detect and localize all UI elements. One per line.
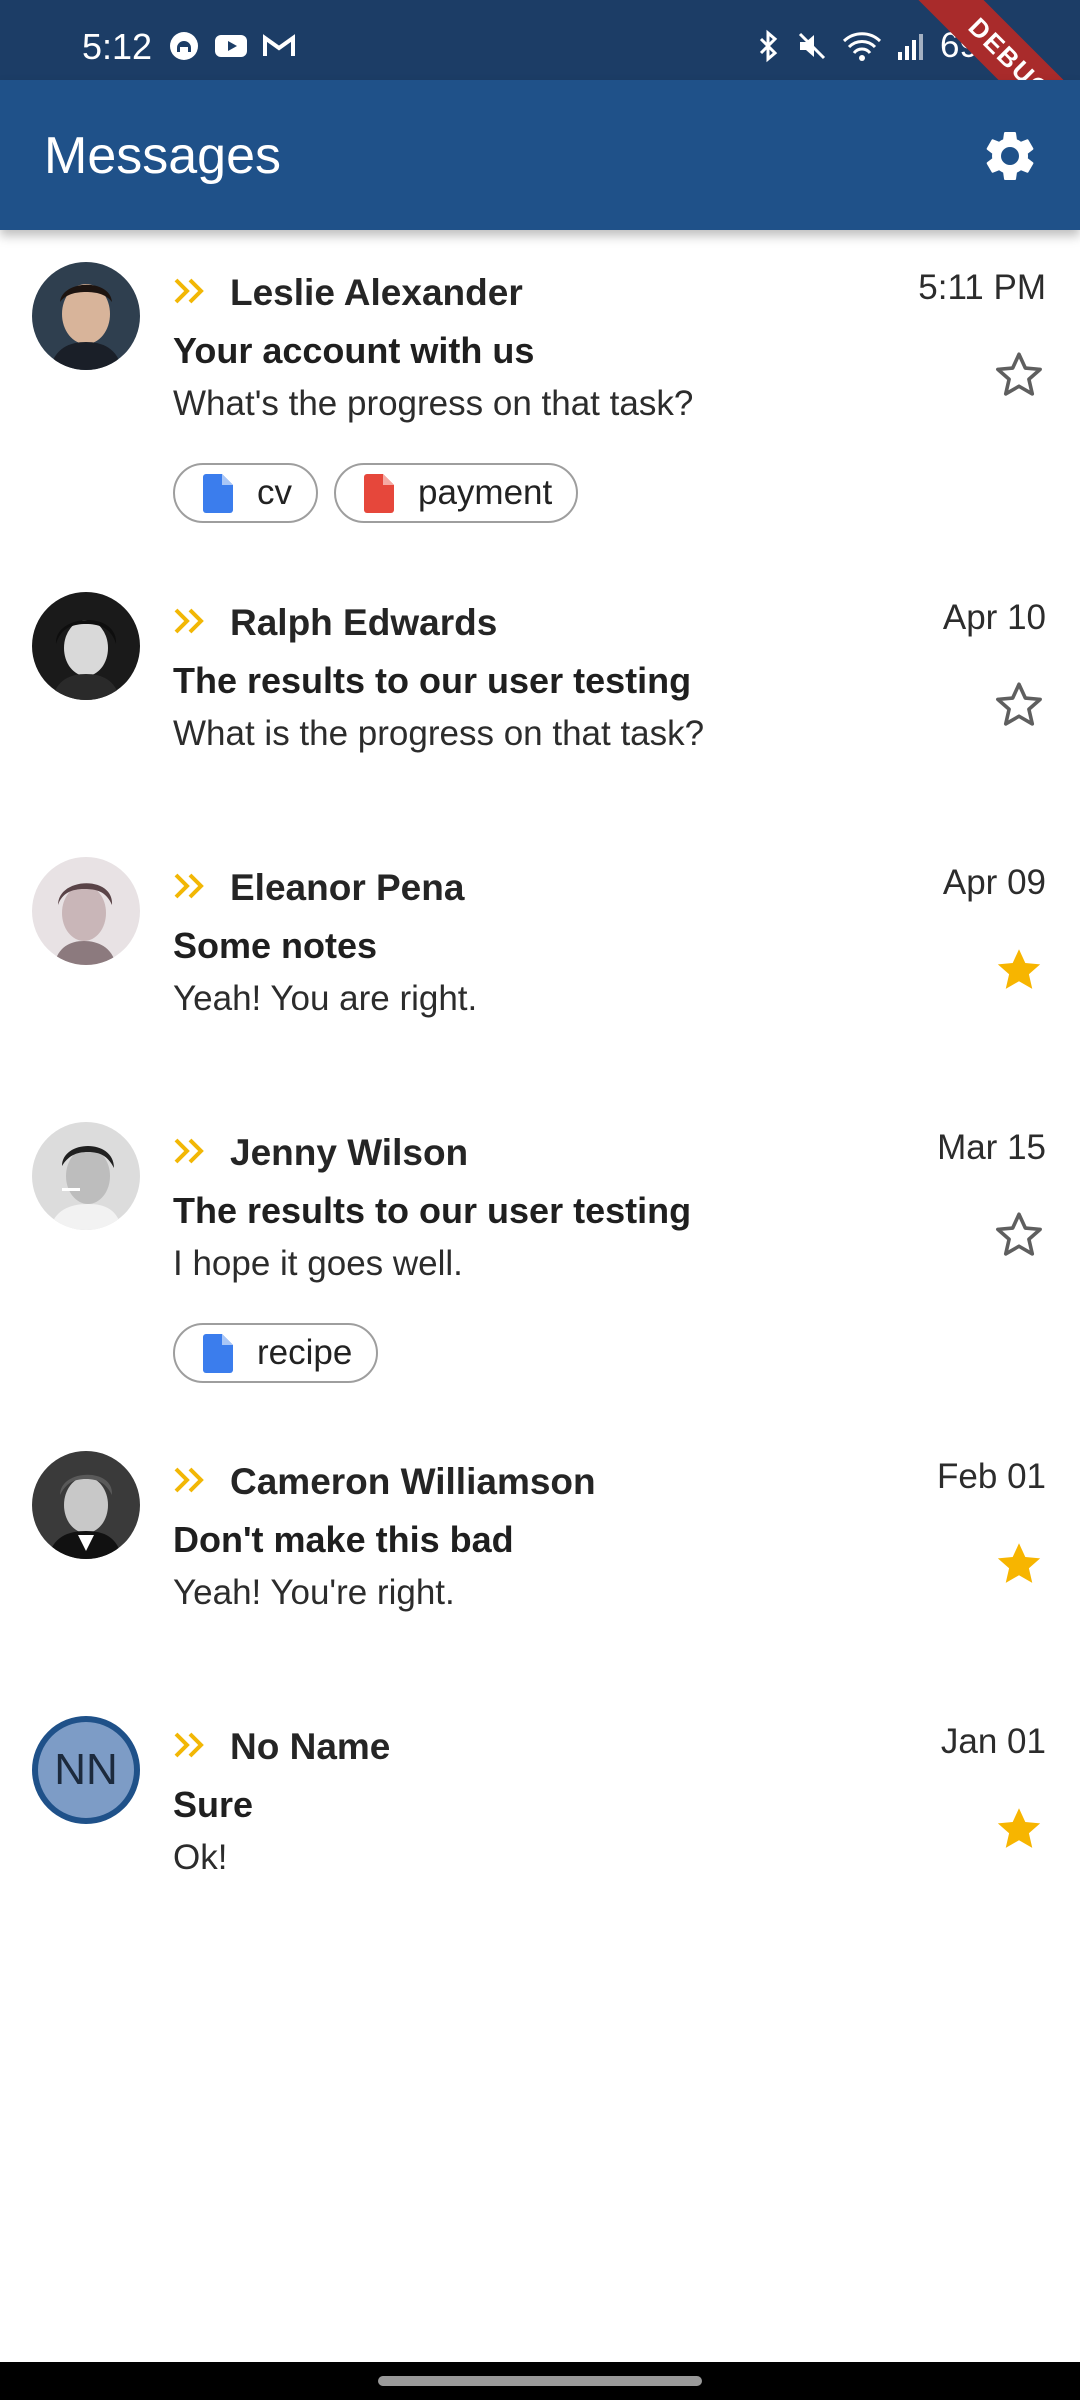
home-gesture-handle[interactable]	[378, 2376, 702, 2386]
status-time: 5:12	[82, 26, 153, 67]
star-outline-icon[interactable]	[992, 1208, 1046, 1262]
message-subject: The results to our user testing	[173, 1190, 692, 1231]
chevron-double-right-icon	[174, 1138, 204, 1164]
message-date: 5:11 PM	[918, 268, 1046, 307]
avatar	[32, 592, 140, 700]
chevron-double-right-icon	[174, 278, 204, 304]
blue-doc-icon	[203, 474, 233, 513]
message-row[interactable]: Cameron Williamson Feb 01 Don't make thi…	[0, 1447, 1080, 1677]
notification-icons	[168, 30, 296, 62]
star-outline-icon[interactable]	[992, 348, 1046, 402]
message-subject: The results to our user testing	[173, 660, 692, 701]
message-row[interactable]: Leslie Alexander 5:11 PM Your account wi…	[0, 258, 1080, 558]
sender-name: Ralph Edwards	[230, 602, 498, 643]
message-preview: I hope it goes well.	[173, 1244, 463, 1283]
attachment-label: payment	[418, 473, 553, 512]
app-bar: Messages	[0, 80, 1080, 230]
message-date: Jan 01	[940, 1722, 1046, 1761]
youtube-icon	[215, 35, 247, 57]
avatar	[32, 262, 140, 370]
avatar-initials: NN	[32, 1716, 140, 1824]
avatar	[32, 1451, 140, 1559]
star-filled-icon[interactable]	[992, 943, 1046, 997]
chevron-double-right-icon	[174, 873, 204, 899]
message-row[interactable]: Jenny Wilson Mar 15 The results to our u…	[0, 1118, 1080, 1418]
avatar	[32, 857, 140, 965]
attachment-label: cv	[257, 473, 292, 512]
sender-name: No Name	[230, 1726, 391, 1767]
star-outline-icon[interactable]	[992, 678, 1046, 732]
message-preview: What is the progress on that task?	[173, 714, 705, 753]
message-date: Mar 15	[937, 1128, 1046, 1167]
message-preview: Yeah! You are right.	[173, 979, 478, 1018]
sender-name: Eleanor Pena	[230, 867, 465, 908]
message-subject: Sure	[173, 1784, 254, 1825]
attachment-chip[interactable]: payment	[334, 463, 579, 523]
message-subject: Your account with us	[173, 330, 535, 371]
attachment-chips: cv payment	[173, 463, 579, 523]
bluetooth-icon	[759, 29, 778, 63]
message-date: Apr 09	[942, 863, 1046, 902]
message-preview: What's the progress on that task?	[173, 384, 694, 423]
message-subject: Don't make this bad	[173, 1519, 514, 1560]
system-nav-bar	[0, 2362, 1080, 2400]
star-filled-icon[interactable]	[992, 1802, 1046, 1856]
message-preview: Ok!	[173, 1838, 228, 1877]
chevron-double-right-icon	[174, 1467, 204, 1493]
avatar	[32, 1122, 140, 1230]
gmail-icon	[263, 34, 295, 56]
chevron-double-right-icon	[174, 1732, 204, 1758]
attachment-label: recipe	[257, 1333, 353, 1372]
page-title: Messages	[44, 127, 281, 185]
wifi-icon	[842, 32, 881, 61]
sender-name: Leslie Alexander	[230, 272, 523, 313]
mute-icon	[798, 32, 825, 60]
sender-name: Jenny Wilson	[230, 1132, 469, 1173]
attachment-chip[interactable]: recipe	[173, 1323, 379, 1383]
sender-name: Cameron Williamson	[230, 1461, 596, 1502]
message-row[interactable]: Eleanor Pena Apr 09 Some notes Yeah! You…	[0, 853, 1080, 1083]
message-preview: Yeah! You're right.	[173, 1573, 455, 1612]
signal-icon	[897, 34, 923, 60]
message-date: Feb 01	[937, 1457, 1046, 1496]
message-date: Apr 10	[942, 598, 1046, 637]
blue-doc-icon	[203, 1334, 233, 1373]
headset-icon	[170, 32, 198, 60]
message-row[interactable]: Ralph Edwards Apr 10 The results to our …	[0, 588, 1080, 818]
message-row[interactable]: NN No Name Jan 01 Sure Ok!	[0, 1712, 1080, 1942]
star-filled-icon[interactable]	[992, 1537, 1046, 1591]
message-subject: Some notes	[173, 925, 378, 966]
attachment-chip[interactable]: cv	[173, 463, 318, 523]
red-doc-icon	[364, 474, 394, 513]
settings-gear-icon[interactable]	[980, 126, 1040, 186]
status-bar: 5:12 69% DEBUG	[0, 0, 1080, 154]
attachment-chips: recipe	[173, 1323, 379, 1383]
chevron-double-right-icon	[174, 608, 204, 634]
